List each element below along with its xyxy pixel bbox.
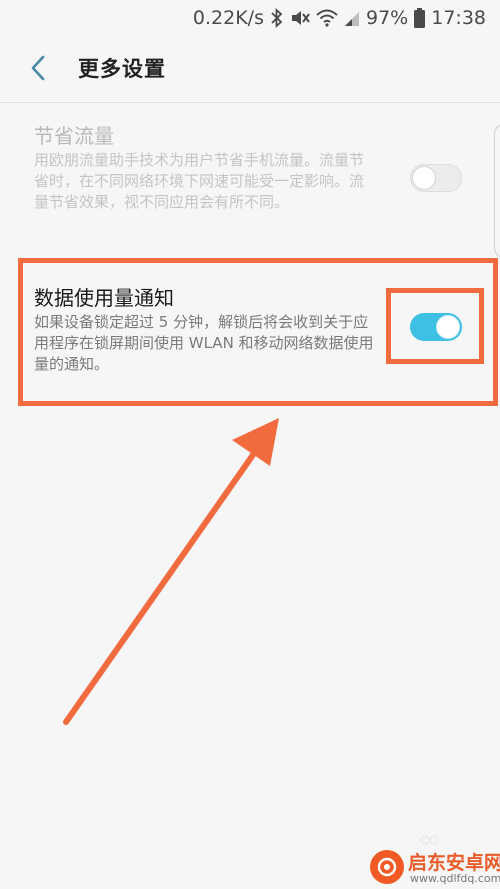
watermark: 启东安卓网 www.qdlfdq.com xyxy=(370,850,500,886)
watermark-brand: 启东安卓网 xyxy=(408,852,500,874)
faint-mark xyxy=(420,835,439,845)
watermark-url: www.qdlfdq.com xyxy=(410,872,500,885)
annotation-arrow xyxy=(63,418,279,725)
watermark-logo-icon xyxy=(370,850,404,884)
